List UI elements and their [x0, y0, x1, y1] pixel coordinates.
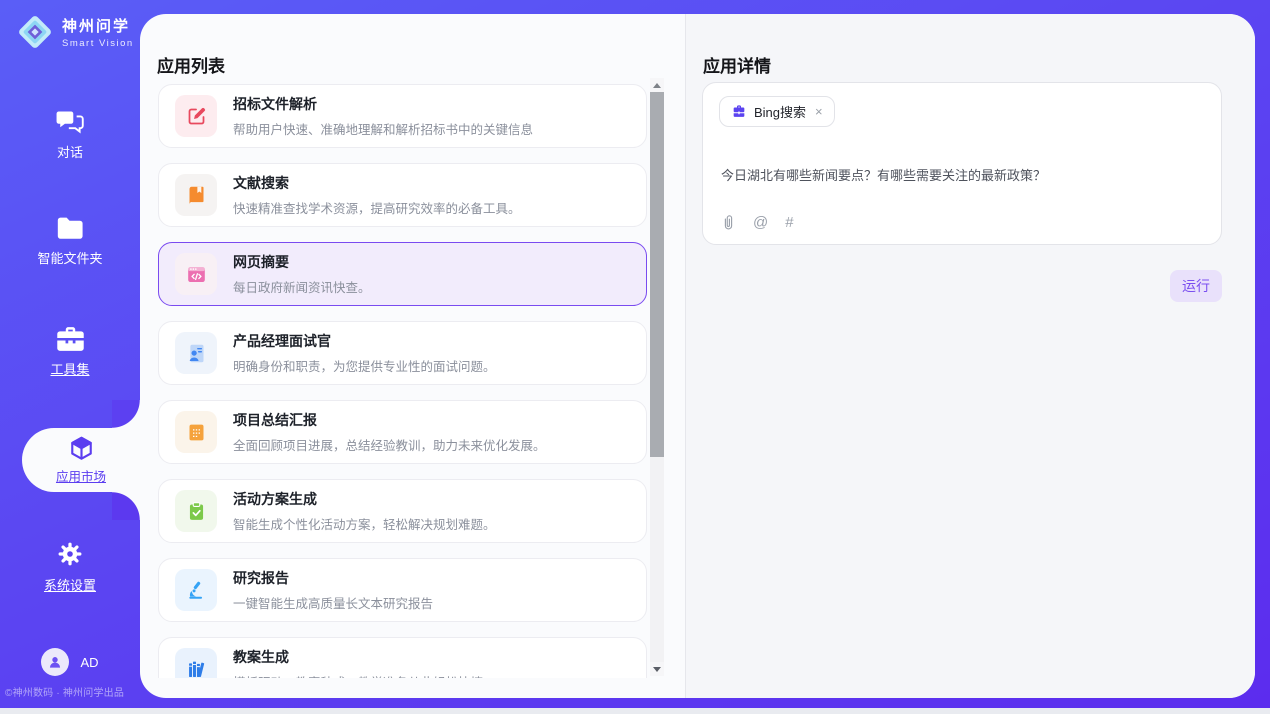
app-desc: 明确身份和职责，为您提供专业性的面试问题。: [233, 356, 496, 375]
books-icon: [186, 659, 207, 679]
app-name: 招标文件解析: [233, 94, 533, 114]
sidebar-item-label: 工具集: [50, 359, 89, 378]
app-card-lesson-plan[interactable]: 教案生成 模板驱动，教案秒成，教学准备从此轻松快捷: [158, 637, 647, 678]
chat-icon: [56, 108, 85, 135]
note-icon: [186, 422, 207, 443]
copyright-text: ©神州数码 · 神州问学出品: [5, 684, 140, 699]
run-button[interactable]: 运行: [1170, 270, 1222, 302]
user-account[interactable]: AD: [0, 648, 140, 676]
app-desc: 智能生成个性化活动方案，轻松解决规划难题。: [233, 514, 496, 533]
avatar: [41, 648, 69, 676]
interviewer-icon: [186, 343, 207, 364]
input-toolbar: @ #: [721, 214, 794, 231]
cube-icon: [68, 435, 95, 462]
app-card-research-report[interactable]: 研究报告 一键智能生成高质量长文本研究报告: [158, 558, 647, 622]
app-card-bid-document-parse[interactable]: 招标文件解析 帮助用户快速、准确地理解和解析招标书中的关键信息: [158, 84, 647, 148]
app-detail-section: 应用详情 Bing搜索 × 今日湖北有哪些新闻要点？有哪些需要关注的最新政策？ …: [686, 14, 1255, 698]
app-list-title: 应用列表: [157, 52, 225, 77]
app-card-project-summary[interactable]: 项目总结汇报 全面回顾项目进展，总结经验教训，助力未来优化发展。: [158, 400, 647, 464]
sidebar-item-label: 对话: [57, 142, 83, 161]
mention-icon[interactable]: @: [753, 214, 768, 231]
sidebar-item-label: 应用市场: [56, 466, 106, 485]
app-icon-tile: [175, 253, 217, 295]
app-name: 产品经理面试官: [233, 331, 496, 351]
clipboard-check-icon: [186, 501, 207, 522]
app-icon-tile: [175, 569, 217, 611]
app-card-activity-plan[interactable]: 活动方案生成 智能生成个性化活动方案，轻松解决规划难题。: [158, 479, 647, 543]
scrollbar-thumb[interactable]: [650, 92, 664, 457]
sidebar-item-label: 系统设置: [44, 575, 96, 594]
app-name: 研究报告: [233, 568, 433, 588]
scrollbar-up-button[interactable]: [650, 78, 664, 92]
folder-icon: [56, 216, 85, 241]
diamond-logo-icon: [16, 13, 54, 51]
main-panel: 应用列表 招标文件解析 帮助用户快速、准确地理解和解析招标书中的关键信息: [140, 14, 1255, 698]
app-card-pm-interviewer[interactable]: 产品经理面试官 明确身份和职责，为您提供专业性的面试问题。: [158, 321, 647, 385]
microscope-icon: [186, 580, 207, 601]
app-icon-tile: [175, 648, 217, 678]
sidebar-item-app-market-active[interactable]: 应用市场: [22, 428, 140, 492]
app-desc: 帮助用户快速、准确地理解和解析招标书中的关键信息: [233, 119, 533, 138]
app-icon-tile: [175, 411, 217, 453]
app-name: 文献搜索: [233, 173, 521, 193]
sidebar-item-label: 智能文件夹: [37, 248, 102, 267]
scrollbar-down-button[interactable]: [650, 662, 664, 676]
toolbox-icon: [55, 326, 86, 352]
app-icon-tile: [175, 332, 217, 374]
arrow-down-icon: [653, 667, 661, 672]
active-tab-notch-top: [112, 400, 140, 428]
gear-icon: [56, 540, 84, 568]
app-list-section: 应用列表 招标文件解析 帮助用户快速、准确地理解和解析招标书中的关键信息: [140, 14, 685, 698]
sidebar-item-smart-folder[interactable]: 智能文件夹: [0, 216, 140, 267]
app-list: 招标文件解析 帮助用户快速、准确地理解和解析招标书中的关键信息 文献搜索 快速精…: [158, 84, 647, 678]
app-desc: 全面回顾项目进展，总结经验教训，助力未来优化发展。: [233, 435, 546, 454]
app-detail-title: 应用详情: [703, 52, 771, 77]
tool-chip-bing-search[interactable]: Bing搜索 ×: [719, 96, 835, 127]
pen-square-icon: [186, 106, 207, 127]
app-desc: 一键智能生成高质量长文本研究报告: [233, 593, 433, 612]
app-icon-tile: [175, 95, 217, 137]
sidebar-item-settings[interactable]: 系统设置: [0, 540, 140, 594]
query-text[interactable]: 今日湖北有哪些新闻要点？有哪些需要关注的最新政策？: [721, 165, 1201, 184]
app-icon-tile: [175, 174, 217, 216]
app-desc: 快速精准查找学术资源，提高研究效率的必备工具。: [233, 198, 521, 217]
attachment-icon[interactable]: [721, 214, 736, 231]
app-name: 项目总结汇报: [233, 410, 546, 430]
topic-icon[interactable]: #: [785, 214, 793, 231]
app-frame: 神州问学 Smart Vision 对话 智能文件夹 工具集 应用: [0, 0, 1270, 708]
person-icon: [46, 653, 64, 671]
app-name: 教案生成: [233, 647, 483, 667]
brand-logo: 神州问学 Smart Vision: [16, 13, 134, 51]
brand-subtitle: Smart Vision: [62, 38, 134, 49]
user-name: AD: [80, 655, 98, 670]
app-name: 活动方案生成: [233, 489, 496, 509]
active-tab-notch-bottom: [112, 492, 140, 520]
app-desc: 每日政府新闻资讯快查。: [233, 277, 371, 296]
briefcase-icon: [731, 104, 747, 120]
browser-code-icon: [186, 264, 207, 285]
chip-close-icon[interactable]: ×: [815, 104, 823, 119]
tool-chip-label: Bing搜索: [754, 102, 806, 121]
sidebar-item-chat[interactable]: 对话: [0, 108, 140, 161]
app-card-web-summary[interactable]: 网页摘要 每日政府新闻资讯快查。: [158, 242, 647, 306]
app-desc: 模板驱动，教案秒成，教学准备从此轻松快捷: [233, 672, 483, 678]
prompt-input-card[interactable]: Bing搜索 × 今日湖北有哪些新闻要点？有哪些需要关注的最新政策？ @ #: [702, 82, 1222, 245]
app-card-literature-search[interactable]: 文献搜索 快速精准查找学术资源，提高研究效率的必备工具。: [158, 163, 647, 227]
arrow-up-icon: [653, 83, 661, 88]
app-list-scrollbar[interactable]: [650, 78, 664, 676]
brand-name: 神州问学: [62, 15, 134, 36]
app-icon-tile: [175, 490, 217, 532]
app-name: 网页摘要: [233, 252, 371, 272]
sidebar-item-toolset[interactable]: 工具集: [0, 326, 140, 378]
book-icon: [186, 185, 207, 206]
